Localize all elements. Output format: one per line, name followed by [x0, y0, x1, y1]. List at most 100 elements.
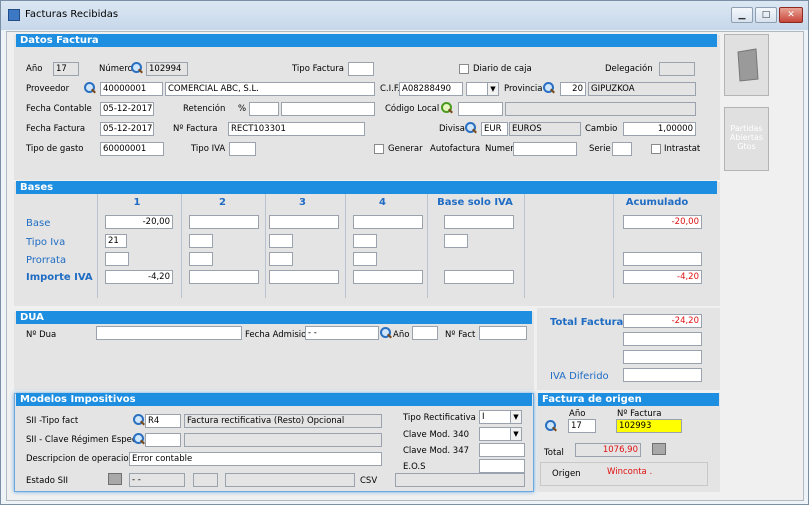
base-2-field[interactable] — [189, 215, 259, 229]
provincia-code-field[interactable]: 20 — [560, 82, 586, 96]
ndua-field[interactable] — [96, 326, 242, 340]
cif-type-select[interactable]: ▼ — [466, 82, 499, 96]
side-action-button[interactable] — [724, 34, 769, 96]
proveedor-code-field[interactable]: 40000001 — [100, 82, 163, 96]
search-factura-origen-icon[interactable] — [545, 420, 557, 432]
tipo-iva-2-field[interactable] — [189, 234, 213, 248]
codigo-local-field[interactable] — [458, 102, 503, 116]
proveedor-name-field[interactable]: COMERCIAL ABC, S.L. — [165, 82, 375, 96]
search-sii-tipo-icon[interactable] — [133, 414, 145, 426]
cambio-field[interactable]: 1,00000 — [623, 122, 696, 136]
prorrata-4-field[interactable] — [353, 252, 377, 266]
numero-field[interactable]: 102994 — [146, 62, 188, 76]
tipo-iva-solo-field[interactable] — [444, 234, 468, 248]
search-proveedor-icon[interactable] — [84, 82, 96, 94]
search-numero-icon[interactable] — [131, 62, 143, 74]
intrastat-checkbox[interactable] — [651, 144, 661, 154]
importe-4-field[interactable] — [353, 270, 423, 284]
origen-nfactura-field[interactable]: 102993 — [616, 419, 682, 433]
base-4-field[interactable] — [353, 215, 423, 229]
datos-factura-header: Datos Factura — [16, 34, 717, 47]
eos-field[interactable] — [479, 459, 525, 473]
nfactura-field[interactable]: RECT103301 — [228, 122, 365, 136]
bases-col-4: 4 — [379, 197, 386, 208]
fecha-contable-field[interactable]: 05-12-2017 — [100, 102, 154, 116]
app-icon — [8, 9, 20, 21]
importe-2-field[interactable] — [189, 270, 259, 284]
retencion-pct-field[interactable] — [249, 102, 279, 116]
clave-347-field[interactable] — [479, 443, 525, 457]
maximize-button[interactable]: □ — [755, 7, 777, 23]
tipo-factura-field[interactable] — [348, 62, 374, 76]
sii-clave-label: SII - Clave Régimen Especial — [26, 435, 147, 445]
sii-clave-code-field[interactable] — [145, 433, 181, 447]
divider — [97, 194, 98, 298]
fecha-factura-field[interactable]: 05-12-2017 — [100, 122, 154, 136]
fecha-contable-label: Fecha Contable — [26, 104, 92, 114]
desc-operacion-field[interactable]: Error contable — [129, 452, 382, 466]
fecha-admision-field[interactable]: - - — [305, 326, 379, 340]
modelos-header: Modelos Impositivos — [16, 393, 532, 406]
delegacion-field[interactable] — [659, 62, 695, 76]
search-sii-clave-icon[interactable] — [133, 433, 145, 445]
tipo-gasto-field[interactable]: 60000001 — [100, 142, 164, 156]
sii-tipo-code-field[interactable]: R4 — [145, 414, 181, 428]
chevron-down-icon: ▼ — [487, 83, 498, 95]
tipo-iva-field[interactable] — [229, 142, 256, 156]
chevron-down-icon: ▼ — [510, 428, 521, 440]
divider — [524, 194, 525, 298]
importe-3-field[interactable] — [269, 270, 339, 284]
tipo-iva-4-field[interactable] — [353, 234, 377, 248]
tipo-iva-3-field[interactable] — [269, 234, 293, 248]
serie-field[interactable] — [612, 142, 632, 156]
nfact-field[interactable] — [479, 326, 527, 340]
importe-solo-iva-field[interactable] — [444, 270, 514, 284]
prorrata-1-field[interactable] — [105, 252, 129, 266]
diario-caja-checkbox[interactable] — [459, 64, 469, 74]
retencion-amount-field[interactable] — [281, 102, 375, 116]
numero-autofactura-field[interactable] — [513, 142, 577, 156]
base-solo-iva-field[interactable] — [444, 215, 514, 229]
origen-detail-button[interactable] — [652, 443, 666, 455]
origen-total-field: 1076,90 — [575, 443, 641, 457]
estado-sii-extra-field — [193, 473, 218, 487]
importe-1-field[interactable]: -4,20 — [105, 270, 173, 284]
generar-checkbox[interactable] — [374, 144, 384, 154]
dua-anio-field[interactable] — [412, 326, 438, 340]
anio-field[interactable]: 17 — [53, 62, 79, 76]
minimize-button[interactable]: ▁ — [731, 7, 753, 23]
total-factura-label: Total Factura — [550, 317, 624, 328]
row-tipo-iva-label: Tipo Iva — [26, 237, 66, 248]
dua-header: DUA — [16, 311, 532, 324]
estado-sii-label: Estado SII — [26, 476, 69, 486]
total-extra-2-field — [623, 350, 702, 364]
cif-field[interactable]: A08288490 — [399, 82, 463, 96]
search-provincia-icon[interactable] — [543, 82, 555, 94]
eos-label: E.O.S — [403, 462, 426, 472]
close-button[interactable]: ✕ — [779, 7, 803, 23]
partidas-abiertas-button[interactable]: Partidas Abiertas Gtos — [724, 107, 769, 171]
prorrata-2-field[interactable] — [189, 252, 213, 266]
retencion-label: Retención — [183, 104, 226, 114]
search-codigo-local-icon[interactable] — [441, 102, 453, 114]
app-window: Facturas Recibidas ▁ □ ✕ Datos Factura A… — [0, 0, 809, 505]
tipo-iva-1-field[interactable]: 21 — [105, 234, 127, 248]
csv-label: CSV — [360, 476, 378, 486]
dua-anio-label: Año — [393, 330, 410, 340]
base-1-field[interactable]: -20,00 — [105, 215, 173, 229]
origen-value-field: Winconta . — [605, 466, 699, 480]
estado-sii-button[interactable] — [108, 473, 122, 485]
search-divisa-icon[interactable] — [465, 122, 477, 134]
acumulado-prorrata-field — [623, 252, 702, 266]
autofactura-label: Autofactura — [430, 144, 481, 154]
anio-label: Año — [26, 64, 43, 74]
search-fecha-admision-icon[interactable] — [380, 327, 392, 339]
prorrata-3-field[interactable] — [269, 252, 293, 266]
origen-anio-field[interactable]: 17 — [568, 419, 596, 433]
estado-sii-desc-field — [225, 473, 355, 487]
clave-340-select[interactable]: ▼ — [479, 427, 522, 441]
tipo-rectificativa-select[interactable]: I ▼ — [479, 410, 522, 424]
base-3-field[interactable] — [269, 215, 339, 229]
divisa-code-field[interactable]: EUR — [481, 122, 508, 136]
tipo-rectificativa-value: I — [482, 412, 485, 422]
